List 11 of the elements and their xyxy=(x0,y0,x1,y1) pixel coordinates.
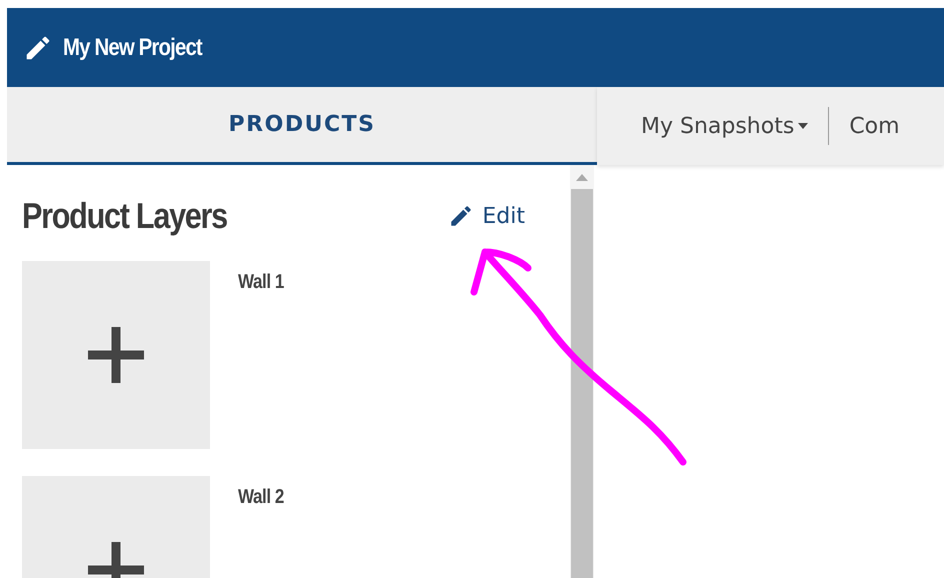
project-title: My New Project xyxy=(63,34,202,62)
section-title: Product Layers xyxy=(22,195,227,237)
snapshots-dropdown[interactable]: My Snapshots xyxy=(641,114,808,138)
layer-name: Wall 1 xyxy=(238,271,284,295)
layer-name: Wall 2 xyxy=(238,486,284,510)
edit-link[interactable]: Edit xyxy=(448,203,525,229)
toolbar-link[interactable]: Com xyxy=(849,114,900,138)
add-layer-button[interactable] xyxy=(22,261,210,449)
caret-icon xyxy=(798,123,808,129)
plus-icon xyxy=(88,327,144,383)
scroll-up-icon xyxy=(576,173,588,181)
